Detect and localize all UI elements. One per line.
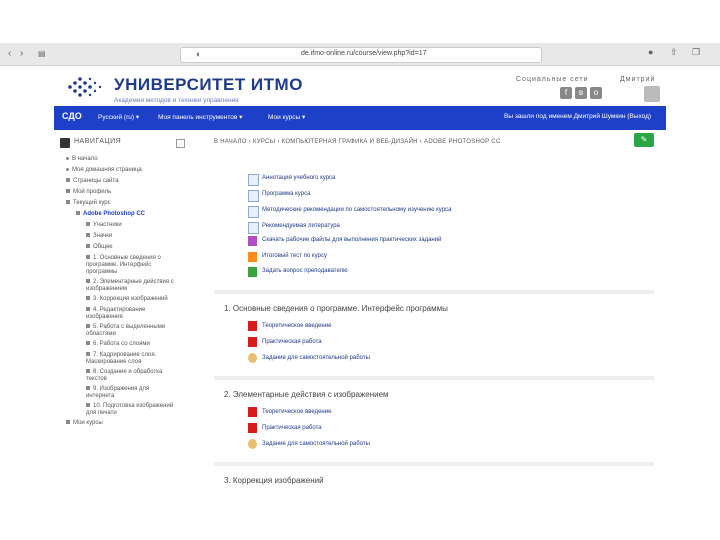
social-label: Социальные сети: [516, 76, 589, 83]
vk-icon[interactable]: в: [575, 87, 587, 99]
sidebar-item-current-course[interactable]: Текущий курс: [66, 200, 111, 207]
sidebar-item-section-2[interactable]: 2. Элементарные действия с изображением: [86, 279, 174, 293]
resource-link[interactable]: Задать вопрос преподавателю: [262, 268, 348, 274]
resource-link[interactable]: Рекомендуемая литература: [262, 223, 340, 229]
site-page: УНИВЕРСИТЕТ ИТМО Академия методов и техн…: [54, 66, 666, 485]
browser-toolbar: ‹ › ▤ ◐ de.ifmo-online.ru/course/view.ph…: [0, 43, 720, 66]
main-navbar: СДО Русский (ru) ▾ Моя панель инструмент…: [54, 106, 666, 130]
assignment-icon: [248, 439, 257, 449]
sidebar-item-section-8[interactable]: 8. Создание и обработка текстов: [86, 369, 162, 383]
document-icon: [248, 190, 259, 202]
resource-link[interactable]: Практическая работа: [262, 339, 322, 345]
sidebar-item-section-7[interactable]: 7. Кадрирование слоя. Маскирование слоя: [86, 352, 156, 366]
section-divider: [214, 462, 654, 466]
sidebar-item-section-1[interactable]: 1. Основные сведения о программе. Интерфе…: [86, 255, 161, 276]
pdf-icon: [248, 407, 257, 417]
sidebar-item-general[interactable]: Общее: [86, 244, 113, 251]
address-bar[interactable]: ◐ de.ifmo-online.ru/course/view.php?id=1…: [180, 47, 542, 63]
section-title[interactable]: 1. Основные сведения о программе. Интерф…: [224, 304, 448, 313]
section-title[interactable]: 3. Коррекция изображений: [224, 476, 324, 485]
share-icon[interactable]: ⇧: [670, 47, 678, 58]
sidebar-item-dashboard[interactable]: Моя домашняя страница: [66, 167, 142, 174]
resource-link[interactable]: Теоретическое введение: [262, 409, 331, 415]
sidebar-item-site-pages[interactable]: Страницы сайта: [66, 178, 119, 185]
breadcrumb[interactable]: В НАЧАЛО › КУРСЫ › КОМПЬЮТЕРНАЯ ГРАФИКА …: [214, 139, 501, 145]
section-title[interactable]: 2. Элементарные действия с изображением: [224, 390, 389, 399]
resource-link[interactable]: Итоговый тест по курсу: [262, 253, 327, 259]
resource-link[interactable]: Скачать рабочие файлы для выполнения пра…: [262, 237, 441, 243]
sidebar-item-my-courses[interactable]: Мои курсы: [66, 420, 103, 427]
sidebar-item-course[interactable]: Adobe Photoshop CC: [76, 211, 145, 218]
sidebar-item-home[interactable]: В начало: [66, 156, 98, 163]
facebook-icon[interactable]: f: [560, 87, 572, 99]
archive-icon: [248, 236, 257, 246]
resource-link[interactable]: Методические рекомендации по самостоятел…: [262, 207, 451, 213]
site-title[interactable]: УНИВЕРСИТЕТ ИТМО: [114, 75, 303, 95]
assignment-icon: [248, 353, 257, 363]
document-icon: [248, 206, 259, 218]
forum-icon: [248, 267, 257, 277]
sidebar-toggle-icon[interactable]: ▤: [38, 49, 46, 58]
pdf-icon: [248, 321, 257, 331]
edit-mode-button[interactable]: ✎: [634, 133, 654, 147]
site-header: УНИВЕРСИТЕТ ИТМО Академия методов и техн…: [54, 66, 666, 106]
pdf-icon: [248, 337, 257, 347]
sidebar-item-section-4[interactable]: 4. Редактирование изображения: [86, 307, 145, 321]
resource-link[interactable]: Программа курса: [262, 191, 310, 197]
forward-icon[interactable]: ›: [20, 48, 23, 59]
tabs-icon[interactable]: ❐: [692, 47, 700, 58]
sidebar-item-section-10[interactable]: 10. Подготовка изображений для печати: [86, 403, 173, 417]
document-icon: [248, 174, 259, 186]
section-divider: [214, 290, 654, 294]
sidebar-item-section-9[interactable]: 9. Изображения для интернета: [86, 386, 149, 400]
sidebar-item-participants[interactable]: Участники: [86, 222, 122, 229]
back-icon[interactable]: ‹: [8, 48, 11, 59]
language-menu[interactable]: Русский (ru) ▾: [98, 113, 139, 121]
quiz-icon: [248, 252, 257, 262]
my-courses-menu[interactable]: Мои курсы ▾: [268, 113, 305, 121]
document-icon: [248, 222, 259, 234]
shield-icon: ◐: [196, 49, 202, 59]
address-url: de.ifmo-online.ru/course/view.php?id=17: [301, 50, 427, 57]
navigation-block: НАВИГАЦИЯ В начало Моя домашняя страница…: [60, 138, 190, 478]
sitemap-icon: [60, 138, 70, 148]
dashboard-menu[interactable]: Моя панель инструментов ▾: [158, 113, 242, 121]
sidebar-item-section-3[interactable]: 3. Коррекция изображений: [86, 296, 168, 303]
avatar[interactable]: [644, 86, 660, 102]
itmo-logo-icon: [68, 77, 102, 97]
pdf-icon: [248, 423, 257, 433]
download-icon[interactable]: ●: [648, 47, 653, 57]
sidebar-item-section-6[interactable]: 6. Работа со слоями: [86, 341, 150, 348]
site-subtitle: Академия методов и техники управления: [114, 97, 239, 104]
sidebar-item-badges[interactable]: Значки: [86, 233, 112, 240]
collapse-icon[interactable]: [176, 139, 185, 148]
nav-brand[interactable]: СДО: [62, 111, 82, 121]
section-divider: [214, 376, 654, 380]
sidebar-item-profile[interactable]: Мой профиль: [66, 189, 111, 196]
login-info[interactable]: Вы зашли под именем Дмитрий Шумкин (Выхо…: [504, 113, 651, 120]
resource-link[interactable]: Задание для самостоятельной работы: [262, 355, 370, 361]
navigation-title: НАВИГАЦИЯ: [74, 138, 122, 145]
resource-link[interactable]: Аннотация учебного курса: [262, 175, 335, 181]
sidebar-item-section-5[interactable]: 5. Работа с выделенными областями: [86, 324, 165, 338]
resource-link[interactable]: Задание для самостоятельной работы: [262, 441, 370, 447]
odnoklassniki-icon[interactable]: o: [590, 87, 602, 99]
resource-link[interactable]: Практическая работа: [262, 425, 322, 431]
user-name[interactable]: Дмитрий: [620, 76, 655, 83]
resource-link[interactable]: Теоретическое введение: [262, 323, 331, 329]
